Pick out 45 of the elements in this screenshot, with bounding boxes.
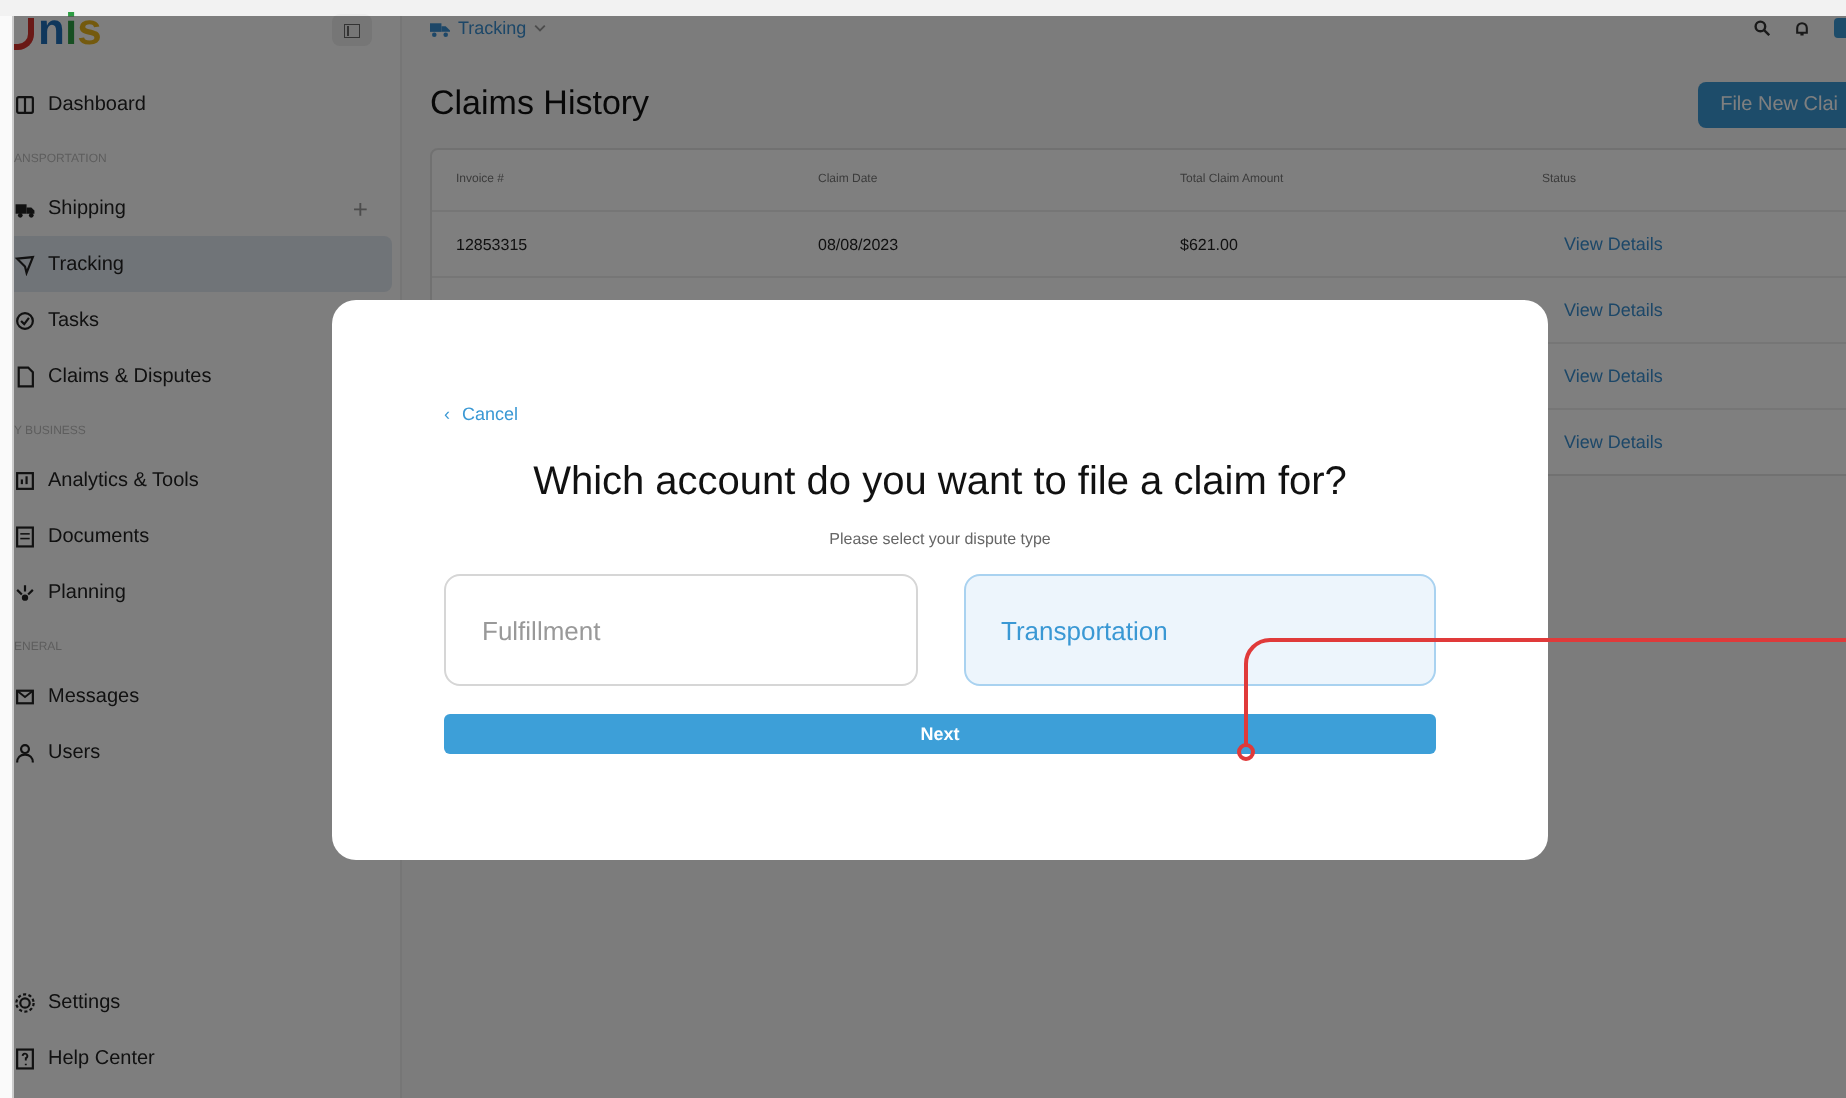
option-card[interactable]: Transportation — [963, 574, 1436, 686]
truck-icon — [430, 19, 450, 37]
collapse-sidebar-icon[interactable] — [332, 14, 372, 46]
sidebar-item[interactable]: Messages — [14, 668, 392, 724]
table-cell-text: 12853315 — [456, 235, 530, 253]
nodes-icon — [14, 581, 36, 603]
option-card[interactable]: Fulfillment — [444, 574, 917, 686]
caret-icon — [534, 24, 547, 32]
view-details-link[interactable]: View Details — [1542, 366, 1846, 386]
sidebar-item[interactable]: Analytics & Tools — [14, 452, 392, 508]
add-icon[interactable]: + — [352, 193, 368, 223]
sidebar-item[interactable]: Claims & Disputes — [14, 348, 392, 404]
sidebar-item[interactable]: Tasks — [14, 292, 392, 348]
view-details-link[interactable]: View Details — [1542, 234, 1846, 254]
sidebar-item[interactable]: Dashboard — [14, 76, 392, 132]
envelope-icon — [14, 685, 36, 707]
sidebar-item[interactable]: Tracking — [14, 236, 392, 292]
check-circle-icon — [14, 309, 36, 331]
file-new-claim-button[interactable]: File New Clai — [1698, 81, 1846, 127]
cancel-link[interactable]: ‹ Cancel — [444, 404, 519, 424]
sidebar-item[interactable]: Help Center — [14, 1030, 392, 1086]
table-cell-text: $621.00 — [1180, 235, 1240, 253]
dialog-subtitle: Please select your dispute type — [827, 530, 1053, 548]
breadcrumb[interactable]: Tracking — [430, 18, 547, 38]
search-icon[interactable] — [1754, 20, 1770, 36]
help-icon — [14, 1047, 36, 1069]
grid-icon — [14, 93, 36, 115]
view-details-link[interactable]: View Details — [1542, 300, 1846, 320]
next-button[interactable]: Next — [444, 714, 1436, 754]
sidebar-item[interactable]: Documents — [14, 508, 392, 564]
dialog-title: Which account do you want to file a claim for? — [531, 460, 1349, 506]
view-details-link[interactable]: View Details — [1542, 432, 1846, 452]
table-cell-text: 08/08/2023 — [818, 235, 901, 253]
document-icon — [14, 525, 36, 547]
page-title: Claims History — [430, 84, 650, 124]
document-icon — [14, 365, 36, 387]
logo: nis — [14, 4, 102, 56]
bell-icon[interactable] — [1794, 20, 1810, 36]
chart-icon — [14, 469, 36, 491]
sidebar-item[interactable]: Planning — [14, 564, 392, 620]
sidebar-item[interactable]: Settings — [14, 974, 392, 1030]
user-icon — [14, 741, 36, 763]
navigation-icon — [14, 253, 36, 275]
gear-icon — [14, 991, 36, 1013]
sidebar-item[interactable]: Users — [14, 724, 392, 780]
